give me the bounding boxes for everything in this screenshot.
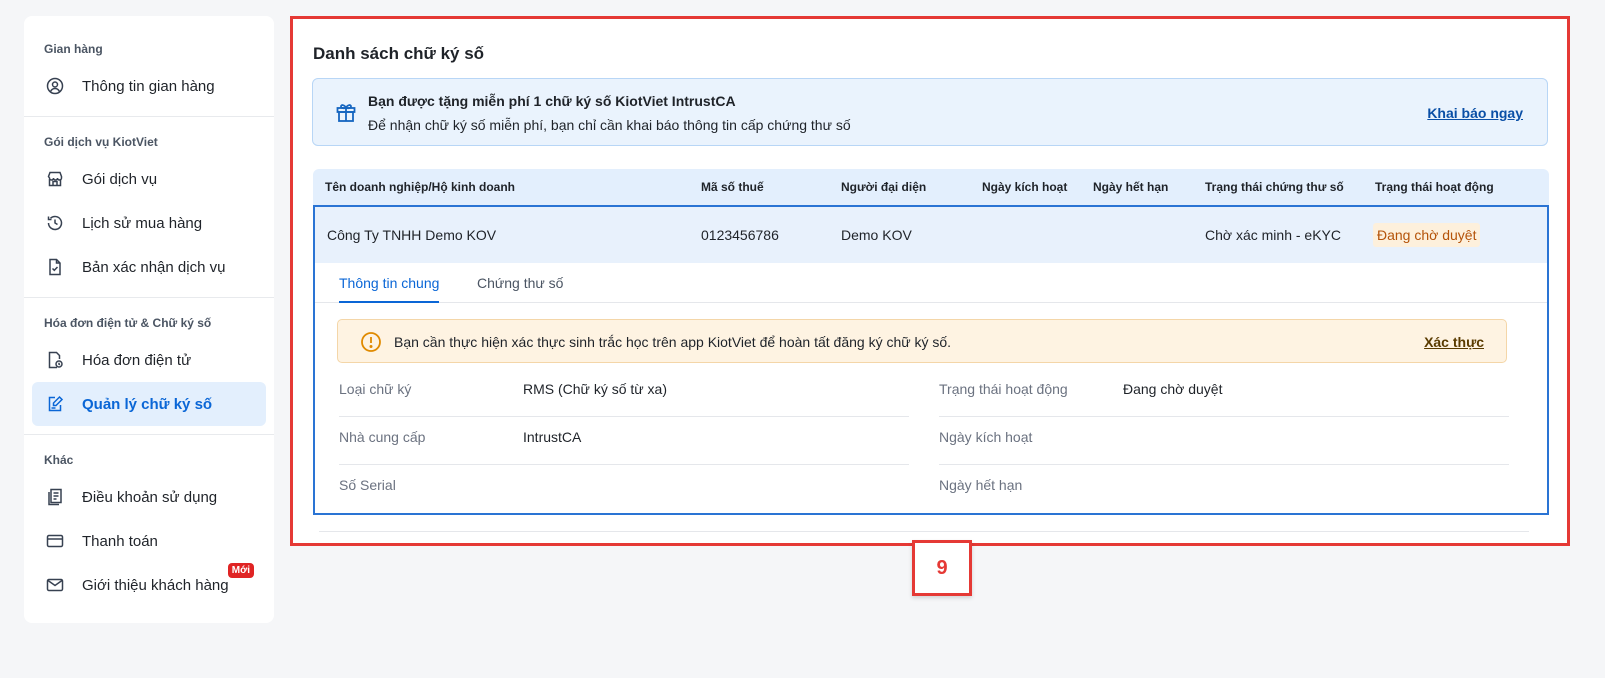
page-title: Danh sách chữ ký số: [313, 44, 485, 63]
sidebar-item-label: Quản lý chữ ký số: [82, 395, 213, 413]
gift-icon: [335, 101, 357, 128]
verify-link[interactable]: Xác thực: [1424, 334, 1484, 350]
new-badge: Mới: [227, 563, 254, 578]
store-icon: [46, 170, 64, 188]
table-row[interactable]: Công Ty TNHH Demo KOV 0123456786 Demo KO…: [315, 207, 1547, 263]
cell-certificate-status: Chờ xác minh - eKYC: [1205, 227, 1342, 243]
ekyc-warning: Bạn cần thực hiện xác thực sinh trắc học…: [337, 319, 1507, 363]
warning-icon: [360, 331, 382, 356]
sidebar-item-label: Lịch sử mua hàng: [82, 214, 203, 232]
divider: [24, 116, 274, 117]
wallet-icon: [46, 532, 64, 550]
sidebar-item-label: Giới thiệu khách hàng: [82, 576, 229, 594]
sidebar-item-label: Hóa đơn điện tử: [82, 351, 192, 369]
signature-list-panel: Danh sách chữ ký số Bạn được tặng miễn p…: [290, 16, 1570, 546]
sidebar-item-service-confirmation[interactable]: Bản xác nhận dịch vụ: [32, 245, 266, 289]
info-label: Nhà cung cấp: [339, 429, 426, 445]
step-marker: 9: [912, 540, 972, 596]
sidebar-group-service: Gói dịch vụ KiotViet: [44, 135, 158, 149]
tab-certificate[interactable]: Chứng thư số: [477, 275, 563, 301]
promo-subtitle: Để nhận chữ ký số miễn phí, bạn chỉ cần …: [368, 117, 851, 133]
info-label: Loại chữ ký: [339, 381, 412, 397]
column-header-activation-date: Ngày kích hoạt: [982, 180, 1068, 194]
info-label: Số Serial: [339, 477, 396, 493]
invoice-icon: [46, 351, 64, 369]
sidebar-group-store: Gian hàng: [44, 42, 103, 56]
divider: [319, 531, 1529, 532]
sidebar-item-signature-management[interactable]: Quản lý chữ ký số: [32, 382, 266, 426]
cell-company: Công Ty TNHH Demo KOV: [327, 227, 497, 243]
sidebar-item-store-info[interactable]: Thông tin gian hàng: [32, 64, 266, 108]
terms-icon: [46, 488, 64, 506]
info-label: Ngày kích hoạt: [939, 429, 1033, 445]
info-row-activation-date: Ngày kích hoạt: [939, 417, 1509, 465]
sidebar-item-service-package[interactable]: Gói dịch vụ: [32, 157, 266, 201]
info-value: Đang chờ duyệt: [1123, 381, 1223, 397]
info-row-expiry-date: Ngày hết hạn: [939, 465, 1509, 513]
column-header-operation-status: Trạng thái hoạt động: [1375, 180, 1494, 194]
sidebar-group-other: Khác: [44, 453, 74, 467]
column-header-representative: Người đại diện: [841, 180, 927, 194]
info-label: Trạng thái hoạt động: [939, 381, 1068, 397]
column-header-tax-code: Mã số thuế: [701, 180, 764, 194]
sidebar-item-referral[interactable]: Giới thiệu khách hàng Mới: [32, 563, 266, 607]
signature-edit-icon: [46, 395, 64, 413]
history-icon: [46, 214, 64, 232]
info-value: RMS (Chữ ký số từ xa): [523, 381, 667, 397]
info-row-serial: Số Serial: [339, 465, 909, 513]
sidebar-item-einvoice[interactable]: Hóa đơn điện tử: [32, 338, 266, 382]
declare-now-link[interactable]: Khai báo ngay: [1427, 105, 1523, 121]
detail-tabs: Thông tin chung Chứng thư số: [315, 263, 1547, 303]
document-check-icon: [46, 258, 64, 276]
sidebar-group-einvoice: Hóa đơn điện tử & Chữ ký số: [44, 316, 212, 330]
info-row-provider: Nhà cung cấp IntrustCA: [339, 417, 909, 465]
cell-tax-code: 0123456786: [701, 227, 779, 243]
info-row-signature-type: Loại chữ ký RMS (Chữ ký số từ xa): [339, 369, 909, 417]
sidebar-item-label: Điều khoản sử dụng: [82, 488, 218, 506]
promo-banner: Bạn được tặng miễn phí 1 chữ ký số KiotV…: [312, 78, 1548, 146]
divider: [24, 434, 274, 435]
sidebar-item-label: Gói dịch vụ: [82, 170, 158, 188]
expanded-row: Công Ty TNHH Demo KOV 0123456786 Demo KO…: [313, 205, 1549, 515]
info-label: Ngày hết hạn: [939, 477, 1023, 493]
column-header-expiry-date: Ngày hết hạn: [1093, 180, 1169, 194]
column-header-certificate-status: Trạng thái chứng thư số: [1205, 180, 1344, 194]
info-row-operation-status: Trạng thái hoạt động Đang chờ duyệt: [939, 369, 1509, 417]
warning-text: Bạn cần thực hiện xác thực sinh trắc học…: [394, 334, 952, 350]
table-header: Tên doanh nghiệp/Hộ kinh doanh Mã số thu…: [313, 169, 1549, 205]
sidebar-item-label: Bản xác nhận dịch vụ: [82, 258, 226, 276]
sidebar-item-purchase-history[interactable]: Lịch sử mua hàng: [32, 201, 266, 245]
sidebar-item-terms[interactable]: Điều khoản sử dụng: [32, 475, 266, 519]
status-badge: Đang chờ duyệt: [1373, 223, 1481, 247]
divider: [24, 297, 274, 298]
cell-representative: Demo KOV: [841, 227, 912, 243]
info-value: IntrustCA: [523, 429, 582, 445]
sidebar-item-label: Thanh toán: [82, 532, 158, 550]
sidebar-item-label: Thông tin gian hàng: [82, 77, 215, 95]
promo-title: Bạn được tặng miễn phí 1 chữ ký số KiotV…: [368, 93, 736, 109]
column-header-company: Tên doanh nghiệp/Hộ kinh doanh: [325, 180, 515, 194]
user-circle-icon: [46, 77, 64, 95]
mail-icon: [46, 576, 64, 594]
sidebar-item-payment[interactable]: Thanh toán: [32, 519, 266, 563]
tab-general-info[interactable]: Thông tin chung: [339, 275, 440, 303]
sidebar: Gian hàng Thông tin gian hàng Gói dịch v…: [24, 16, 274, 623]
